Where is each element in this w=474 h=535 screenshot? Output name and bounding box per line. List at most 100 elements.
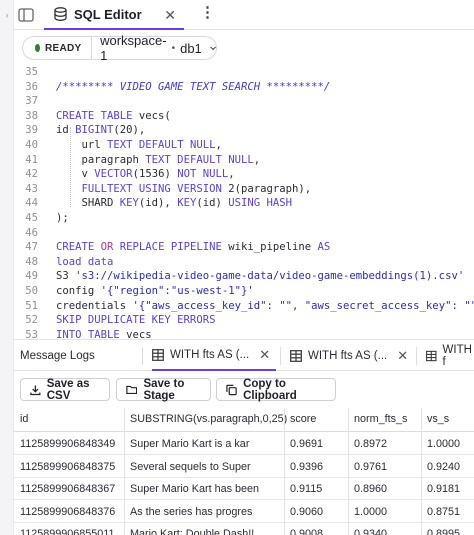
column-divider[interactable] xyxy=(421,408,422,535)
table-cell: 0.9181 xyxy=(427,483,461,495)
tab-query-result-3[interactable]: WITH f xyxy=(426,340,474,371)
table-header: id SUBSTRING(vs.paragraph,0,25) score norm_… xyxy=(14,408,474,432)
code-text: CREATE OR REPLACE PIPELINE wiki_pipeline… xyxy=(56,241,330,253)
column-header[interactable]: vs_s xyxy=(427,413,449,425)
table-cell: 0.9240 xyxy=(427,460,461,473)
divider xyxy=(416,347,417,365)
workspace-selector[interactable]: READY workspace-1 • db1 xyxy=(22,33,217,63)
table-grid-icon xyxy=(290,349,302,362)
code-line: 48 load data xyxy=(14,256,474,270)
table-cell: 1125899906848367 xyxy=(20,483,116,495)
code-line: 35 xyxy=(14,66,474,80)
tab-label: WITH fts AS (... xyxy=(170,348,250,361)
table-cell: 1125899906848375 xyxy=(20,460,116,473)
table-cell: 0.8972 xyxy=(354,438,388,450)
table-grid-icon xyxy=(152,348,164,361)
copy-icon xyxy=(226,384,237,395)
line-number: 41 xyxy=(25,153,38,166)
divider xyxy=(142,347,143,365)
column-divider[interactable] xyxy=(348,408,349,535)
code-text: S3 's3://wikipedia-video-game-data/video… xyxy=(56,270,464,282)
table-row[interactable]: 1125899906848349 Super Mario Kart is a ka… xyxy=(14,433,474,455)
table-cell: 1.0000 xyxy=(427,438,461,450)
table-row[interactable]: 1125899906848376 As the series has progre… xyxy=(14,501,474,523)
column-divider[interactable] xyxy=(124,408,125,535)
code-token: credentials xyxy=(56,299,133,312)
table-cell: 0.8960 xyxy=(354,483,388,495)
table-cell: 0.8751 xyxy=(427,505,461,518)
close-tab-icon[interactable]: ✕ xyxy=(397,348,408,364)
code-token: , xyxy=(253,153,261,166)
line-number: 47 xyxy=(25,241,38,254)
tab-query-result-2[interactable]: WITH fts AS (... ✕ xyxy=(290,340,408,371)
code-token: KEY xyxy=(119,197,139,210)
code-token: NOT NULL xyxy=(177,168,229,181)
code-token: (id), xyxy=(138,197,178,210)
line-number: 42 xyxy=(25,168,38,181)
tab-label: Message Logs xyxy=(20,349,95,362)
tab-message-logs[interactable]: Message Logs xyxy=(20,340,95,371)
tab-query-result-1[interactable]: WITH fts AS (... ✕ xyxy=(152,340,276,371)
code-line: 43 FULLTEXT USING VERSION 2(paragraph), xyxy=(14,183,474,197)
code-text: ); xyxy=(56,212,69,224)
code-text: load data xyxy=(56,256,113,268)
line-number: 39 xyxy=(25,124,38,137)
code-token: S3 xyxy=(56,270,76,283)
table-cell: 0.9396 xyxy=(290,460,324,473)
save-to-stage-button[interactable]: Save to Stage xyxy=(116,378,211,402)
code-token: REPLACE PIPELINE xyxy=(119,241,229,254)
table-cell: 0.9008 xyxy=(290,528,324,535)
table-row[interactable]: 1125899906848375 Several sequels to Super… xyxy=(14,456,474,478)
code-token: load data xyxy=(56,255,114,268)
panel-collapse-icon[interactable]: › xyxy=(0,10,14,20)
copy-to-clipboard-button[interactable]: Copy to Clipboard xyxy=(216,378,336,402)
results-toolbar: Save as CSV Save to Stage Copy to Clipbo… xyxy=(14,371,474,407)
code-token: v xyxy=(56,168,95,181)
line-number: 51 xyxy=(25,299,38,312)
more-options-icon[interactable]: ⋮ xyxy=(200,5,215,20)
table-grid-icon xyxy=(426,350,437,361)
table-cell: As the series has progres xyxy=(130,505,253,518)
column-header[interactable]: score xyxy=(290,413,316,425)
database-icon xyxy=(54,7,67,21)
code-token: TEXT DEFAULT NULL xyxy=(107,139,216,151)
table-cell: Super Mario Kart is a kar xyxy=(130,438,250,450)
table-row[interactable]: 1125899906848367 Super Mario Kart has bee… xyxy=(14,478,474,500)
column-header[interactable]: SUBSTRING(vs.paragraph,0,25) xyxy=(130,413,287,425)
code-line: 41 paragraph TEXT DEFAULT NULL, xyxy=(14,154,474,168)
sql-code-editor[interactable]: 35 36 /******** VIDEO GAME TEXT SEARCH ***… xyxy=(14,64,474,339)
code-token: 2(paragraph), xyxy=(228,182,312,195)
code-token: , xyxy=(215,139,222,151)
line-number: 53 xyxy=(25,328,38,339)
code-text: /******** VIDEO GAME TEXT SEARCH *******… xyxy=(56,81,330,93)
sidebar-toggle-icon[interactable] xyxy=(18,8,34,22)
close-tab-icon[interactable]: ✕ xyxy=(259,347,270,363)
code-line: 44 SHARD KEY(id), KEY(id) USING HASH xyxy=(14,197,474,211)
table-cell: 0.9691 xyxy=(290,438,324,450)
divider xyxy=(280,347,281,365)
table-cell: Super Mario Kart has been xyxy=(130,483,260,495)
column-divider[interactable] xyxy=(284,408,285,535)
line-number: 50 xyxy=(25,285,38,297)
download-icon xyxy=(30,385,41,395)
tab-sql-editor[interactable]: SQL Editor ✕ xyxy=(44,0,184,30)
close-tab-icon[interactable]: ✕ xyxy=(164,7,176,24)
code-line: 36 /******** VIDEO GAME TEXT SEARCH *****… xyxy=(14,81,474,95)
code-token: id xyxy=(56,124,76,137)
table-cell: 0.9340 xyxy=(354,528,388,535)
chevron-down-icon[interactable] xyxy=(210,45,216,52)
table-cell: 1125899906855011 xyxy=(20,528,115,535)
save-as-csv-button[interactable]: Save as CSV xyxy=(20,378,110,402)
table-row[interactable]: 1125899906855011 Mario Kart: Double Dash!… xyxy=(14,523,474,535)
column-header[interactable]: norm_fts_s xyxy=(354,413,407,425)
folder-icon xyxy=(126,385,138,395)
tab-label: WITH fts AS (... xyxy=(308,349,388,362)
left-panel-edge: › xyxy=(0,0,14,535)
column-header[interactable]: id xyxy=(20,413,28,425)
code-token: vecs( xyxy=(138,109,171,122)
code-line: 49 S3 's3://wikipedia-video-game-data/vid… xyxy=(14,270,474,284)
code-token: SKIP DUPLICATE KEY ERRORS xyxy=(56,314,216,327)
line-number: 45 xyxy=(25,212,38,224)
code-text: INTO TABLE vecs xyxy=(56,329,152,339)
code-token: , xyxy=(228,168,235,181)
